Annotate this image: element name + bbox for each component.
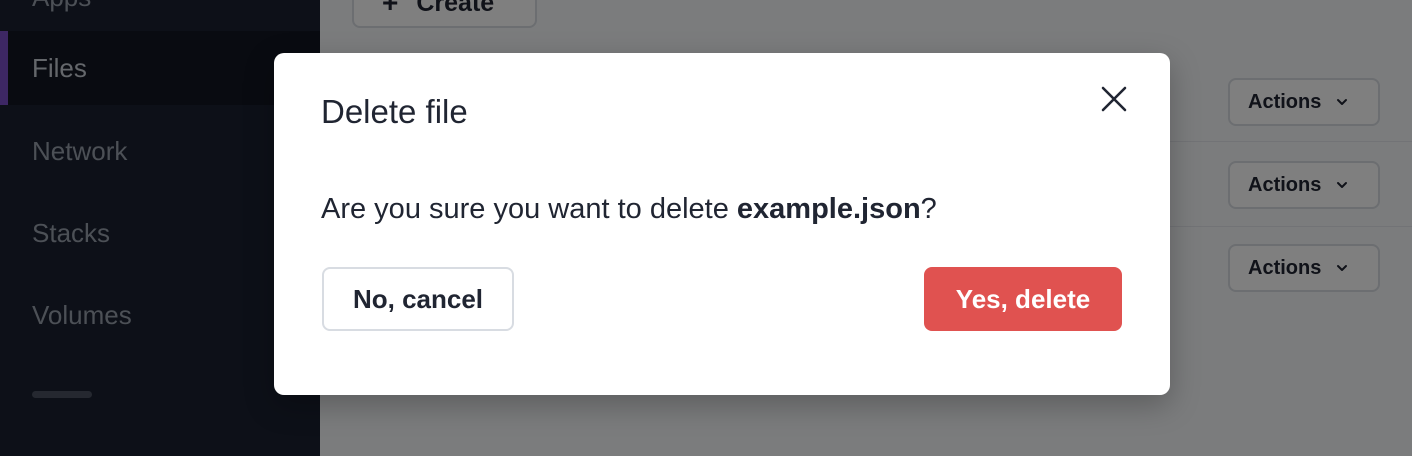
- dialog-file-name: example.json: [736, 193, 921, 225]
- cancel-button[interactable]: No, cancel: [322, 267, 514, 331]
- dialog-message-prefix: Are you sure you want to delete: [321, 193, 737, 225]
- close-icon: [1101, 86, 1127, 112]
- dialog-message-suffix: ?: [920, 193, 937, 225]
- delete-file-dialog: Delete file Are you sure you want to del…: [274, 53, 1170, 395]
- app-window: Apps Files Network Stacks Volumes + Crea…: [0, 0, 1412, 456]
- dialog-title: Delete file: [321, 93, 468, 130]
- dialog-message: Are you sure you want to delete example.…: [321, 193, 937, 226]
- close-button[interactable]: [1096, 81, 1132, 117]
- confirm-delete-button[interactable]: Yes, delete: [924, 267, 1122, 331]
